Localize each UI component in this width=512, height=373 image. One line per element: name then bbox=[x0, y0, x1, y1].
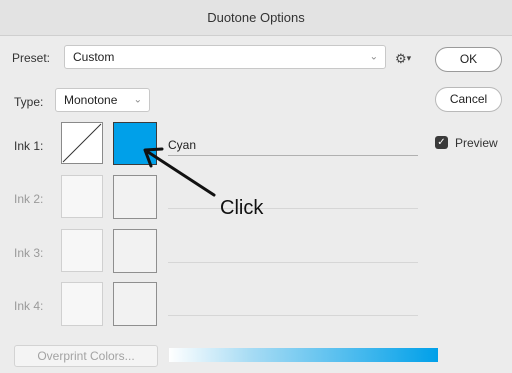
annotation-arrow-icon bbox=[143, 147, 216, 197]
annotation-label: Click bbox=[220, 197, 264, 219]
